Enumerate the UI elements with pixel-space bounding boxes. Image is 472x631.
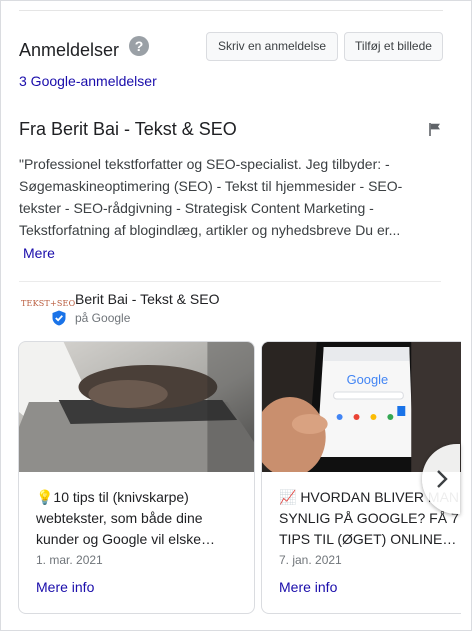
owner-name[interactable]: Berit Bai - Tekst & SEO (75, 291, 219, 307)
business-logo: TEKST+SEO (21, 299, 76, 308)
business-panel: Anmeldelser ? Skriv en anmeldelse Tilføj… (0, 0, 472, 631)
post-card[interactable]: 💡10 tips til (knivskarpe) webtekster, so… (18, 341, 255, 614)
reviews-count-link[interactable]: 3 Google-anmeldelser (19, 73, 157, 89)
from-business-heading: Fra Berit Bai - Tekst & SEO (19, 119, 237, 139)
post-date: 1. mar. 2021 (36, 553, 103, 567)
owner-source: på Google (75, 311, 131, 325)
more-link[interactable]: Mere (23, 245, 55, 261)
post-date: 7. jan. 2021 (279, 553, 342, 567)
svg-text:Google: Google (347, 372, 389, 387)
post-more-info-link[interactable]: Mere info (36, 579, 94, 595)
business-description: "Professionel tekstforfatter og SEO-spec… (19, 156, 403, 238)
reviews-heading: Anmeldelser (19, 40, 120, 60)
write-review-button[interactable]: Skriv en anmeldelse (206, 32, 338, 61)
add-photo-button[interactable]: Tilføj et billede (344, 32, 443, 61)
top-divider (19, 10, 443, 11)
post-title: 💡10 tips til (knivskarpe) webtekster, so… (36, 489, 215, 547)
help-icon[interactable]: ? (129, 36, 149, 56)
flag-icon[interactable] (429, 123, 441, 136)
verified-icon (52, 310, 66, 326)
post-image-laptop (19, 342, 254, 472)
post-image-phone: Google (262, 342, 461, 472)
chevron-right-icon (437, 470, 448, 488)
section-divider (19, 281, 441, 282)
post-more-info-link[interactable]: Mere info (279, 579, 337, 595)
